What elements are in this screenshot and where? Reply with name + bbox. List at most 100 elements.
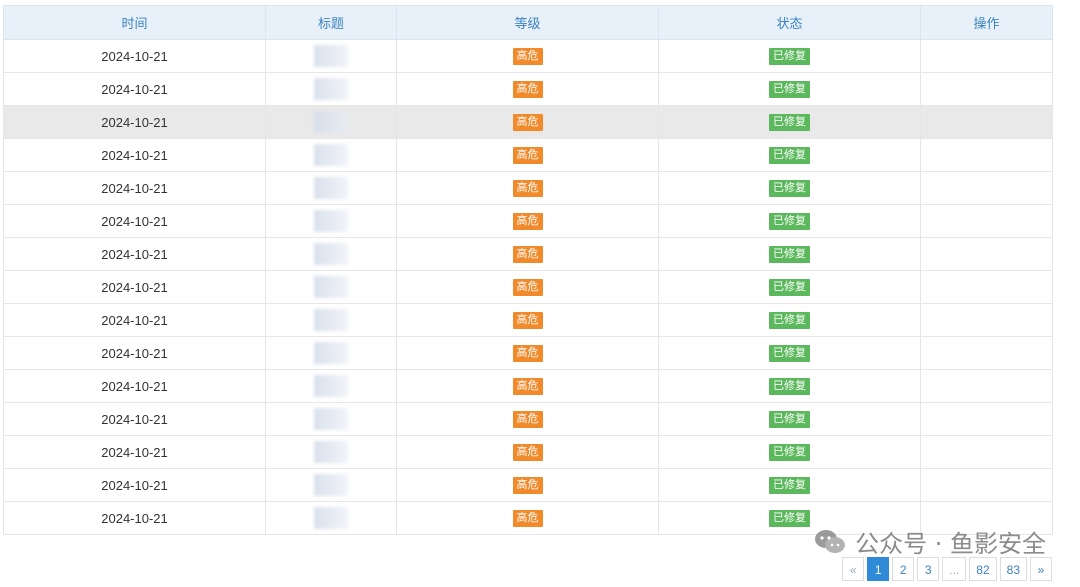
blurred-title[interactable]	[314, 441, 348, 463]
header-level[interactable]: 等级	[396, 5, 659, 40]
cell-title[interactable]	[265, 501, 397, 535]
pagination-page-1[interactable]: 1	[867, 557, 890, 581]
table-row[interactable]: 2024-10-21 高危 已修复	[3, 105, 1053, 139]
cell-actions	[920, 204, 1053, 238]
cell-title[interactable]	[265, 468, 397, 502]
cell-time: 2024-10-21	[3, 138, 266, 172]
status-badge: 已修复	[769, 444, 810, 461]
cell-status: 已修复	[658, 270, 921, 304]
blurred-title[interactable]	[314, 144, 348, 166]
cell-title[interactable]	[265, 171, 397, 205]
cell-actions	[920, 171, 1053, 205]
table-row[interactable]: 2024-10-21 高危 已修复	[3, 435, 1053, 469]
cell-level: 高危	[396, 237, 659, 271]
blurred-title[interactable]	[314, 507, 348, 529]
cell-level: 高危	[396, 204, 659, 238]
blurred-title[interactable]	[314, 276, 348, 298]
level-badge: 高危	[512, 312, 543, 329]
table-row[interactable]: 2024-10-21 高危 已修复	[3, 468, 1053, 502]
cell-title[interactable]	[265, 204, 397, 238]
cell-title[interactable]	[265, 270, 397, 304]
table-row[interactable]: 2024-10-21 高危 已修复	[3, 171, 1053, 205]
table-row[interactable]: 2024-10-21 高危 已修复	[3, 303, 1053, 337]
table-row[interactable]: 2024-10-21 高危 已修复	[3, 39, 1053, 73]
status-badge: 已修复	[769, 213, 810, 230]
cell-title[interactable]	[265, 237, 397, 271]
cell-title[interactable]	[265, 72, 397, 106]
cell-status: 已修复	[658, 105, 921, 139]
table-row[interactable]: 2024-10-21 高危 已修复	[3, 336, 1053, 370]
cell-status: 已修复	[658, 204, 921, 238]
header-title[interactable]: 标题	[265, 5, 397, 40]
level-badge: 高危	[512, 477, 543, 494]
blurred-title[interactable]	[314, 243, 348, 265]
pagination-prev[interactable]: «	[842, 557, 865, 581]
blurred-title[interactable]	[314, 375, 348, 397]
cell-title[interactable]	[265, 105, 397, 139]
level-badge: 高危	[512, 345, 543, 362]
table-row[interactable]: 2024-10-21 高危 已修复	[3, 369, 1053, 403]
table-row[interactable]: 2024-10-21 高危 已修复	[3, 270, 1053, 304]
watermark-text: 公众号 · 鱼影安全	[855, 530, 1046, 558]
cell-time: 2024-10-21	[3, 105, 266, 139]
table-row[interactable]: 2024-10-21 高危 已修复	[3, 402, 1053, 436]
status-badge: 已修复	[769, 378, 810, 395]
cell-actions	[920, 237, 1053, 271]
vulnerability-table-wrapper: 时间 标题 等级 状态 操作 2024-10-21 高危 已修复 2024-10-21…	[3, 5, 1053, 535]
wechat-icon	[815, 529, 846, 553]
blurred-title[interactable]	[314, 342, 348, 364]
cell-time: 2024-10-21	[3, 402, 266, 436]
blurred-title[interactable]	[314, 78, 348, 100]
watermark: 公众号 · 鱼影安全	[813, 524, 1046, 559]
blurred-title[interactable]	[314, 474, 348, 496]
pagination-page-82[interactable]: 82	[969, 557, 997, 581]
table-body: 2024-10-21 高危 已修复 2024-10-21 高危 已修复 2024-10-21…	[3, 39, 1053, 535]
cell-actions	[920, 435, 1053, 469]
cell-title[interactable]	[265, 369, 397, 403]
cell-level: 高危	[396, 39, 659, 73]
blurred-title[interactable]	[314, 309, 348, 331]
pagination-page-2[interactable]: 2	[892, 557, 915, 581]
level-badge: 高危	[512, 444, 543, 461]
cell-time: 2024-10-21	[3, 336, 266, 370]
blurred-title[interactable]	[314, 177, 348, 199]
cell-status: 已修复	[658, 435, 921, 469]
header-time[interactable]: 时间	[3, 5, 266, 40]
cell-title[interactable]	[265, 138, 397, 172]
status-badge: 已修复	[769, 510, 810, 527]
header-status[interactable]: 状态	[658, 5, 921, 40]
cell-status: 已修复	[658, 369, 921, 403]
cell-level: 高危	[396, 402, 659, 436]
blurred-title[interactable]	[314, 210, 348, 232]
pagination-next[interactable]: »	[1030, 557, 1052, 581]
pagination-page-3[interactable]: 3	[917, 557, 940, 581]
cell-actions	[920, 303, 1053, 337]
blurred-title[interactable]	[314, 45, 348, 67]
level-badge: 高危	[512, 114, 543, 131]
cell-title[interactable]	[265, 336, 397, 370]
table-row[interactable]: 2024-10-21 高危 已修复	[3, 138, 1053, 172]
table-row[interactable]: 2024-10-21 高危 已修复	[3, 204, 1053, 238]
cell-status: 已修复	[658, 303, 921, 337]
cell-title[interactable]	[265, 435, 397, 469]
status-badge: 已修复	[769, 345, 810, 362]
table-row[interactable]: 2024-10-21 高危 已修复	[3, 237, 1053, 271]
status-badge: 已修复	[769, 48, 810, 65]
table-row[interactable]: 2024-10-21 高危 已修复	[3, 72, 1053, 106]
cell-title[interactable]	[265, 39, 397, 73]
cell-actions	[920, 336, 1053, 370]
cell-time: 2024-10-21	[3, 39, 266, 73]
blurred-title[interactable]	[314, 111, 348, 133]
level-badge: 高危	[512, 213, 543, 230]
cell-title[interactable]	[265, 303, 397, 337]
cell-time: 2024-10-21	[3, 468, 266, 502]
cell-time: 2024-10-21	[3, 369, 266, 403]
cell-status: 已修复	[658, 237, 921, 271]
blurred-title[interactable]	[314, 408, 348, 430]
cell-time: 2024-10-21	[3, 435, 266, 469]
header-actions: 操作	[920, 5, 1053, 40]
status-badge: 已修复	[769, 477, 810, 494]
cell-title[interactable]	[265, 402, 397, 436]
cell-status: 已修复	[658, 138, 921, 172]
pagination-page-83[interactable]: 83	[999, 557, 1027, 581]
